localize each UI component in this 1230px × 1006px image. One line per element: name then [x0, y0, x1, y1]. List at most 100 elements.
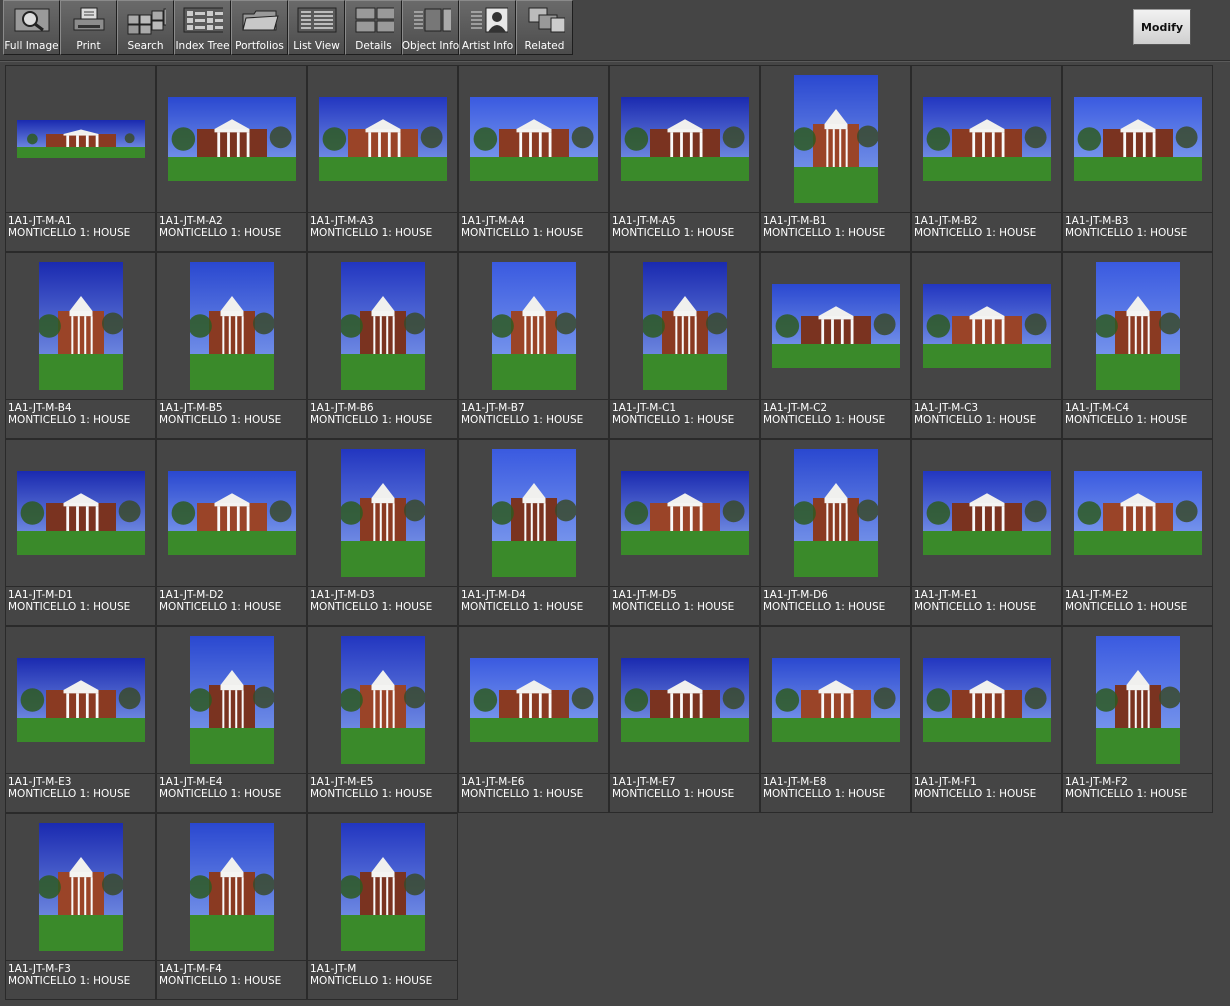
thumbnail-caption: 1A1-JT-M-A1 MONTICELLO 1: HOUSE: [8, 215, 130, 239]
thumbnail-cell[interactable]: 1A1-JT-M-C1 MONTICELLO 1: HOUSE: [609, 252, 760, 439]
toolbar-details-button[interactable]: Details: [345, 0, 402, 55]
thumbnail-cell[interactable]: 1A1-JT-M-B3 MONTICELLO 1: HOUSE: [1062, 65, 1213, 252]
thumbnail-image[interactable]: [308, 253, 457, 400]
thumbnail-cell[interactable]: 1A1-JT-M-A4 MONTICELLO 1: HOUSE: [458, 65, 609, 252]
toolbar-print-button[interactable]: Print: [60, 0, 117, 55]
thumbnail-image[interactable]: [6, 440, 155, 587]
item-title: MONTICELLO 1: HOUSE: [310, 975, 433, 987]
thumbnail-cell[interactable]: 1A1-JT-M-F4 MONTICELLO 1: HOUSE: [156, 813, 307, 1000]
thumbnail-image[interactable]: [157, 253, 306, 400]
thumbnail-cell[interactable]: 1A1-JT-M-A2 MONTICELLO 1: HOUSE: [156, 65, 307, 252]
thumbnail-image[interactable]: [157, 66, 306, 213]
toolbar-related-button[interactable]: Related: [516, 0, 573, 55]
toolbar-portfolios-button[interactable]: Portfolios: [231, 0, 288, 55]
item-id: 1A1-JT-M-E7: [612, 776, 676, 788]
toolbar-search-button[interactable]: Search: [117, 0, 174, 55]
thumbnail-image[interactable]: [610, 440, 759, 587]
thumbnail-cell[interactable]: 1A1-JT-M-B2 MONTICELLO 1: HOUSE: [911, 65, 1062, 252]
toolbar-full-image-button[interactable]: Full Image: [3, 0, 60, 55]
toolbar-index-tree-button[interactable]: Index Tree: [174, 0, 231, 55]
thumbnail-image[interactable]: [912, 627, 1061, 774]
thumbnail-cell[interactable]: 1A1-JT-M-E7 MONTICELLO 1: HOUSE: [609, 626, 760, 813]
thumbnail-cell[interactable]: 1A1-JT-M-C3 MONTICELLO 1: HOUSE: [911, 252, 1062, 439]
thumbnail-image[interactable]: [1063, 253, 1212, 400]
thumbnail-cell[interactable]: 1A1-JT-M-E2 MONTICELLO 1: HOUSE: [1062, 439, 1213, 626]
thumbnail-image[interactable]: [1063, 627, 1212, 774]
thumbnail-image[interactable]: [1063, 440, 1212, 587]
thumbnail-cell[interactable]: 1A1-JT-M-C4 MONTICELLO 1: HOUSE: [1062, 252, 1213, 439]
thumbnail-image[interactable]: [157, 440, 306, 587]
thumbnail-cell[interactable]: 1A1-JT-M-F1 MONTICELLO 1: HOUSE: [911, 626, 1062, 813]
thumbnail-image[interactable]: [459, 66, 608, 213]
thumbnail-image[interactable]: [610, 66, 759, 213]
thumbnail-cell[interactable]: 1A1-JT-M-B6 MONTICELLO 1: HOUSE: [307, 252, 458, 439]
thumbnail-image[interactable]: [6, 627, 155, 774]
thumbnail-cell[interactable]: 1A1-JT-M-F2 MONTICELLO 1: HOUSE: [1062, 626, 1213, 813]
thumbnail-image[interactable]: [761, 253, 910, 400]
item-id: 1A1-JT-M-D2: [159, 589, 224, 601]
thumbnail-image[interactable]: [459, 440, 608, 587]
thumbnail-caption: 1A1-JT-M-E8 MONTICELLO 1: HOUSE: [763, 776, 885, 800]
thumbnail-cell[interactable]: 1A1-JT-M-D3 MONTICELLO 1: HOUSE: [307, 439, 458, 626]
thumbnail-image[interactable]: [761, 440, 910, 587]
thumbnail-cell[interactable]: 1A1-JT-M-B7 MONTICELLO 1: HOUSE: [458, 252, 609, 439]
thumbnail-image[interactable]: [761, 66, 910, 213]
thumbnail-image[interactable]: [6, 253, 155, 400]
thumbnail-cell[interactable]: 1A1-JT-M-F3 MONTICELLO 1: HOUSE: [5, 813, 156, 1000]
thumbnail-cell[interactable]: 1A1-JT-M-E5 MONTICELLO 1: HOUSE: [307, 626, 458, 813]
thumbnail-image[interactable]: [308, 66, 457, 213]
thumbnail-cell[interactable]: 1A1-JT-M-A3 MONTICELLO 1: HOUSE: [307, 65, 458, 252]
thumbnail-image[interactable]: [459, 627, 608, 774]
thumbnail-image[interactable]: [1063, 66, 1212, 213]
thumbnail-cell[interactable]: 1A1-JT-M-E8 MONTICELLO 1: HOUSE: [760, 626, 911, 813]
thumbnail-cell[interactable]: 1A1-JT-M-D2 MONTICELLO 1: HOUSE: [156, 439, 307, 626]
thumbnail-image[interactable]: [912, 66, 1061, 213]
item-title: MONTICELLO 1: HOUSE: [612, 601, 735, 613]
thumbnail-image[interactable]: [157, 814, 306, 961]
thumbnail-image[interactable]: [308, 814, 457, 961]
thumbnail-cell[interactable]: 1A1-JT-M MONTICELLO 1: HOUSE: [307, 813, 458, 1000]
item-id: 1A1-JT-M-C2: [763, 402, 828, 414]
toolbar-artist-info-button[interactable]: Artist Info: [459, 0, 516, 55]
thumbnail-caption: 1A1-JT-M-C2 MONTICELLO 1: HOUSE: [763, 402, 885, 426]
thumbnail-image[interactable]: [459, 253, 608, 400]
thumbnail-caption: 1A1-JT-M-E1 MONTICELLO 1: HOUSE: [914, 589, 1036, 613]
thumbnail-cell[interactable]: 1A1-JT-M-E1 MONTICELLO 1: HOUSE: [911, 439, 1062, 626]
thumbnail-cell[interactable]: 1A1-JT-M-B4 MONTICELLO 1: HOUSE: [5, 252, 156, 439]
thumbnail-cell[interactable]: 1A1-JT-M-A1 MONTICELLO 1: HOUSE: [5, 65, 156, 252]
details-grid-icon: [354, 5, 394, 35]
thumbnail-caption: 1A1-JT-M-C1 MONTICELLO 1: HOUSE: [612, 402, 734, 426]
toolbar-list-view-button[interactable]: List View: [288, 0, 345, 55]
thumbnail-cell[interactable]: 1A1-JT-M-A5 MONTICELLO 1: HOUSE: [609, 65, 760, 252]
toolbar-button-label: List View: [293, 40, 340, 52]
toolbar-object-info-button[interactable]: Object Info: [402, 0, 459, 55]
item-title: MONTICELLO 1: HOUSE: [8, 601, 131, 613]
thumbnail-image[interactable]: [308, 627, 457, 774]
thumbnail-image[interactable]: [610, 627, 759, 774]
item-title: MONTICELLO 1: HOUSE: [8, 414, 131, 426]
item-title: MONTICELLO 1: HOUSE: [310, 227, 433, 239]
thumbnail-caption: 1A1-JT-M-F3 MONTICELLO 1: HOUSE: [8, 963, 130, 987]
thumbnail-image[interactable]: [6, 66, 155, 213]
thumbnail-image[interactable]: [308, 440, 457, 587]
thumbnail-cell[interactable]: 1A1-JT-M-D6 MONTICELLO 1: HOUSE: [760, 439, 911, 626]
thumbnail-cell[interactable]: 1A1-JT-M-B5 MONTICELLO 1: HOUSE: [156, 252, 307, 439]
item-id: 1A1-JT-M-B1: [763, 215, 827, 227]
thumbnail-image[interactable]: [157, 627, 306, 774]
toolbar-button-label: Object Info: [401, 40, 460, 52]
thumbnail-image[interactable]: [6, 814, 155, 961]
thumbnail-image[interactable]: [761, 627, 910, 774]
thumbnail-cell[interactable]: 1A1-JT-M-D4 MONTICELLO 1: HOUSE: [458, 439, 609, 626]
thumbnail-caption: 1A1-JT-M-D3 MONTICELLO 1: HOUSE: [310, 589, 432, 613]
thumbnail-image[interactable]: [610, 253, 759, 400]
thumbnail-cell[interactable]: 1A1-JT-M-C2 MONTICELLO 1: HOUSE: [760, 252, 911, 439]
thumbnail-cell[interactable]: 1A1-JT-M-D1 MONTICELLO 1: HOUSE: [5, 439, 156, 626]
modify-button[interactable]: Modify: [1133, 9, 1191, 45]
thumbnail-cell[interactable]: 1A1-JT-M-E4 MONTICELLO 1: HOUSE: [156, 626, 307, 813]
thumbnail-image[interactable]: [912, 440, 1061, 587]
thumbnail-cell[interactable]: 1A1-JT-M-E3 MONTICELLO 1: HOUSE: [5, 626, 156, 813]
thumbnail-cell[interactable]: 1A1-JT-M-E6 MONTICELLO 1: HOUSE: [458, 626, 609, 813]
thumbnail-cell[interactable]: 1A1-JT-M-B1 MONTICELLO 1: HOUSE: [760, 65, 911, 252]
thumbnail-cell[interactable]: 1A1-JT-M-D5 MONTICELLO 1: HOUSE: [609, 439, 760, 626]
thumbnail-image[interactable]: [912, 253, 1061, 400]
